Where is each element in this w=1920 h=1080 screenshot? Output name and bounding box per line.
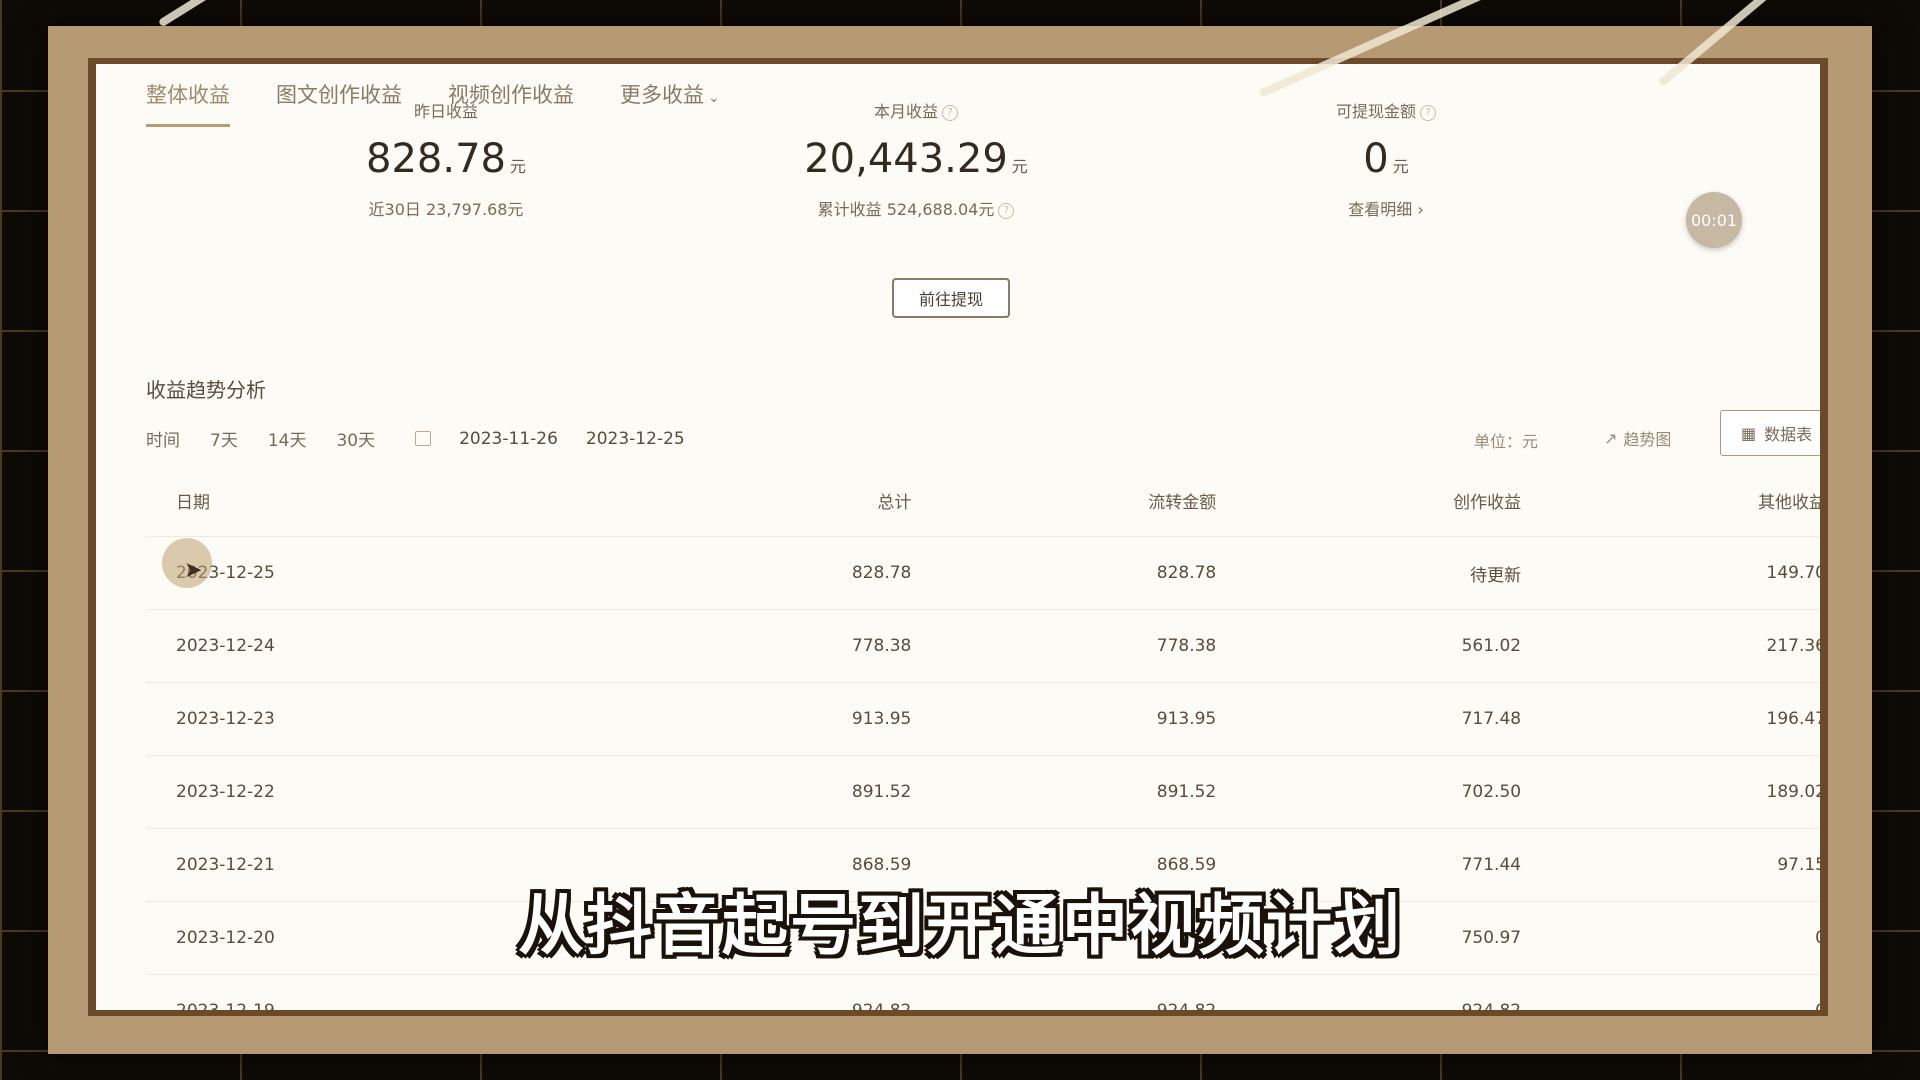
yesterday-value: 828.78 [366, 136, 506, 182]
header-total: 总计 [877, 492, 912, 513]
tab-more-earnings[interactable]: 更多收益 ⌄ [620, 71, 720, 117]
trend-chart-button[interactable]: ↗ 趋势图 [1604, 426, 1671, 450]
table-row: 2023-12-23 913.95 913.95 717.48 196.47 [146, 683, 1820, 756]
header-creation-earnings: 创作收益 [1453, 492, 1522, 513]
header-other-earnings: 其他收益 [1758, 492, 1820, 513]
cumulative-earnings: 累计收益 524,688.04元 [817, 200, 995, 219]
month-unit: 元 [1011, 157, 1028, 176]
cell-flow: 828.78 [1156, 563, 1217, 583]
cell-date: 2023-12-23 [176, 709, 275, 729]
withdrawable-amount: 可提现金额? 0元 查看明细 › [1286, 98, 1486, 220]
yesterday-earnings: 昨日收益 828.78 元 近30日 23,797.68元 [326, 98, 566, 220]
date-start[interactable]: 2023-11-26 [459, 429, 558, 449]
cell-flow: 778.38 [1156, 636, 1217, 656]
view-details-link[interactable]: 查看明细 › [1286, 196, 1486, 220]
cell-total: 828.78 [851, 563, 912, 583]
data-table-label: 数据表 [1764, 425, 1813, 444]
video-subtitle: 从抖音起号到开通中视频计划 [518, 887, 1402, 964]
time-filter-bar: 时间 7天 14天 30天 2023-11-26 2023-12-25 [146, 426, 685, 452]
cell-creation: 924.82 [1236, 975, 1541, 1010]
calendar-icon [415, 431, 432, 446]
withdrawable-value: 0 [1363, 136, 1389, 182]
date-end[interactable]: 2023-12-25 [586, 429, 685, 449]
cell-creation: 待更新 [1470, 565, 1522, 586]
cell-total: 778.38 [851, 636, 912, 656]
trend-section-title: 收益趋势分析 [146, 378, 266, 402]
table-icon: ▦ [1741, 423, 1757, 443]
earnings-panel: 整体收益 图文创作收益 视频创作收益 更多收益 ⌄ 昨日收益 828.78 元 近3… [96, 64, 1820, 1010]
table-row: 2023-12-25 828.78 828.78 待更新 149.70 [146, 537, 1820, 610]
cell-date: 2023-12-25 [176, 563, 275, 583]
header-date: 日期 [176, 492, 210, 513]
cell-other: 196.47 [1766, 709, 1820, 729]
tab-overall[interactable]: 整体收益 [146, 71, 230, 127]
cell-flow: 891.52 [1156, 782, 1217, 802]
withdrawable-label: 可提现金额 [1335, 102, 1416, 121]
withdrawable-value-row: 0元 [1286, 136, 1486, 182]
timer-badge: 00:01 [1686, 192, 1742, 248]
cell-flow: 913.95 [1156, 709, 1217, 729]
table-header-row: 日期 总计 流转金额 创作收益 其他收益 [146, 464, 1820, 537]
cumulative-row: 累计收益 524,688.04元? [766, 196, 1066, 220]
unit-label: 单位：元 [1474, 432, 1539, 451]
cell-creation: 717.48 [1461, 709, 1522, 729]
date-range-picker[interactable]: 2023-11-26 2023-12-25 [415, 429, 685, 449]
cell-total: 891.52 [851, 782, 912, 802]
month-label-row: 本月收益? [766, 98, 1066, 122]
data-table-button[interactable]: ▦ 数据表 [1720, 410, 1820, 456]
table-row: 2023-12-24 778.38 778.38 561.02 217.36 [146, 610, 1820, 683]
yesterday-unit: 元 [509, 157, 526, 176]
table-row: 2023-12-19 924.82 924.82 924.82 0 [146, 975, 1820, 1010]
cell-creation: 702.50 [1461, 782, 1522, 802]
cell-other: 149.70 [1766, 563, 1820, 583]
filter-30-days[interactable]: 30天 [336, 426, 375, 451]
filter-14-days[interactable]: 14天 [268, 426, 307, 451]
cell-creation: 561.02 [1461, 636, 1522, 656]
cell-other: 217.36 [1766, 636, 1820, 656]
line-chart-icon: ↗ [1604, 428, 1618, 448]
month-earnings: 本月收益? 20,443.29 元 累计收益 524,688.04元? [766, 98, 1066, 220]
help-icon[interactable]: ? [942, 104, 958, 121]
cell-flow: 924.82 [931, 975, 1236, 1010]
filter-7-days[interactable]: 7天 [210, 426, 238, 451]
last-30-days: 近30日 23,797.68元 [368, 200, 524, 219]
withdrawable-label-row: 可提现金额? [1286, 98, 1486, 122]
cell-total: 924.82 [656, 975, 932, 1010]
cell-date: 2023-12-19 [146, 975, 656, 1010]
withdrawable-unit: 元 [1392, 157, 1409, 176]
yesterday-label: 昨日收益 [413, 102, 478, 121]
withdraw-button[interactable]: 前往提现 [892, 278, 1010, 318]
cell-date: 2023-12-22 [176, 782, 275, 802]
cell-other: 0 [1541, 975, 1820, 1010]
help-icon[interactable]: ? [998, 202, 1015, 219]
tab-more-label: 更多收益 [620, 83, 704, 107]
cell-total: 913.95 [851, 709, 912, 729]
cell-other: 189.02 [1766, 782, 1820, 802]
chevron-down-icon: ⌄ [708, 90, 720, 106]
time-label: 时间 [146, 431, 180, 451]
month-value-row: 20,443.29 元 [766, 136, 1066, 182]
table-row: 2023-12-22 891.52 891.52 702.50 189.02 [146, 756, 1820, 829]
help-icon[interactable]: ? [1420, 104, 1436, 121]
cell-date: 2023-12-24 [176, 636, 275, 656]
header-flow-amount: 流转金额 [1148, 492, 1217, 513]
yesterday-value-row: 828.78 元 [326, 136, 566, 182]
trend-chart-label: 趋势图 [1623, 430, 1672, 449]
month-label: 本月收益 [873, 102, 938, 121]
mouse-cursor-icon: ➤ [184, 558, 203, 583]
month-value: 20,443.29 [804, 136, 1008, 182]
